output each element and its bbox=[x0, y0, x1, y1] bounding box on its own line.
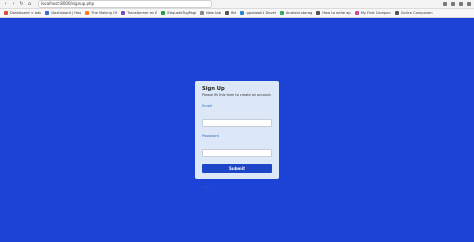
bookmark-label: The Making Of bbox=[91, 11, 118, 15]
form-subtitle: Please fill this form to create an accou… bbox=[202, 93, 272, 97]
toolbar-extensions bbox=[439, 2, 471, 6]
bookmark-label: Dashboard | Hos bbox=[51, 11, 82, 15]
bookmark-favicon-icon bbox=[279, 11, 284, 15]
bookmark-favicon-icon bbox=[85, 11, 90, 15]
bookmark-label: Android storag bbox=[285, 11, 313, 15]
email-label: Email bbox=[202, 104, 212, 108]
bookmark-item[interactable]: Transformer es E bbox=[121, 11, 157, 15]
bookmark-label: How to write ap bbox=[322, 11, 351, 15]
bookmark-item[interactable]: Golice Componen bbox=[394, 11, 433, 15]
bookmark-label: My First Compon bbox=[360, 11, 391, 15]
bookmark-label: Transformer es E bbox=[127, 11, 158, 15]
browser-toolbar: ‹ › ↻ ⌂ localhost:8000/signup.php bbox=[0, 0, 474, 9]
forward-icon[interactable]: › bbox=[11, 1, 16, 7]
email-field[interactable] bbox=[202, 118, 272, 127]
bookmark-item[interactable]: The Making Of bbox=[85, 11, 117, 15]
reload-icon[interactable]: ↻ bbox=[19, 1, 24, 7]
menu-icon[interactable] bbox=[467, 2, 471, 6]
bookmark-label: Dashboard < bak bbox=[10, 11, 42, 15]
bookmark-item[interactable]: Android storag bbox=[279, 11, 313, 15]
extension-icon[interactable] bbox=[443, 2, 447, 6]
bookmark-item[interactable]: file bbox=[225, 11, 236, 15]
bookmark-favicon-icon bbox=[4, 11, 8, 15]
bookmark-label: New tab bbox=[206, 11, 221, 15]
bookmarks-bar: Dashboard < bak Dashboard | Hos The Making… bbox=[0, 9, 474, 18]
bookmark-item[interactable]: EtiquetaTugPagi bbox=[161, 11, 196, 15]
address-bar[interactable]: localhost:8000/signup.php bbox=[38, 0, 212, 8]
home-icon[interactable]: ⌂ bbox=[27, 1, 32, 7]
profile-icon[interactable] bbox=[459, 2, 463, 6]
password-field[interactable] bbox=[202, 148, 272, 157]
password-label: Password bbox=[202, 134, 219, 138]
bookmark-favicon-icon bbox=[161, 11, 166, 15]
star-icon[interactable] bbox=[451, 2, 455, 6]
bookmark-label: file bbox=[231, 11, 237, 15]
bookmark-favicon-icon bbox=[225, 11, 229, 15]
bookmark-item[interactable]: My First Compon bbox=[354, 11, 391, 15]
bookmark-favicon-icon bbox=[394, 11, 399, 15]
bookmark-favicon-icon bbox=[316, 11, 321, 15]
signup-card: Sign Up Please fill this form to create … bbox=[195, 81, 279, 189]
submit-button[interactable]: Submit bbox=[202, 164, 272, 173]
bookmark-item[interactable]: Dashboard | Hos bbox=[45, 11, 81, 15]
bookmark-favicon-icon bbox=[240, 11, 245, 15]
back-icon[interactable]: ‹ bbox=[3, 1, 8, 7]
bookmark-favicon-icon bbox=[121, 11, 126, 15]
bookmark-favicon-icon bbox=[200, 11, 205, 15]
bookmark-item[interactable]: New tab bbox=[200, 11, 221, 15]
bookmark-item[interactable]: How to write ap bbox=[316, 11, 351, 15]
bookmark-item[interactable]: Dashboard < bak bbox=[4, 11, 41, 15]
bookmark-label: gpubook1 Devel bbox=[246, 11, 276, 15]
bookmark-label: Golice Componen bbox=[400, 11, 433, 15]
login-link[interactable]: Log In bbox=[202, 185, 272, 189]
bookmark-label: EtiquetaTugPagi bbox=[167, 11, 197, 15]
bookmark-item[interactable]: gpubook1 Devel bbox=[240, 11, 276, 15]
bookmark-favicon-icon bbox=[354, 11, 359, 15]
page-title: Sign Up bbox=[202, 86, 225, 92]
bookmark-favicon-icon bbox=[45, 11, 50, 15]
